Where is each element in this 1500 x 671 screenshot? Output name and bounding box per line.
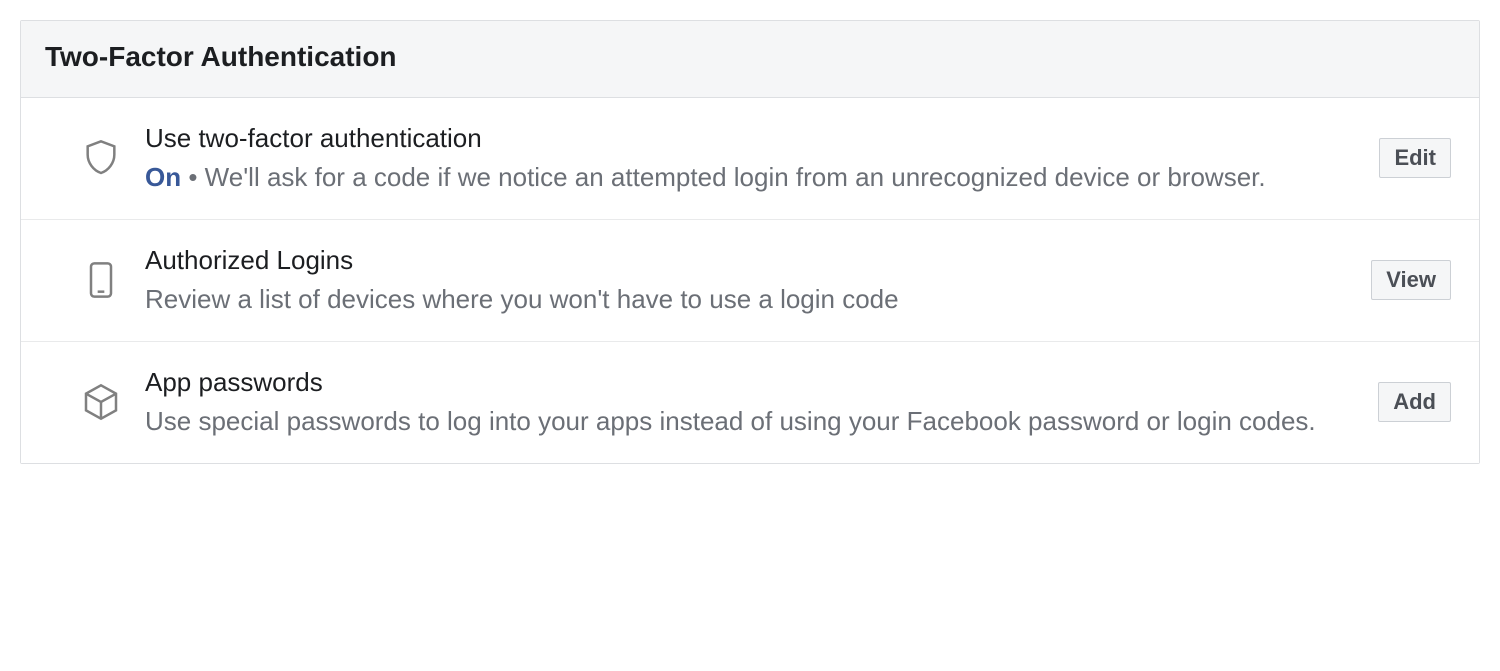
row-authorized-logins: Authorized Logins Review a list of devic…: [21, 220, 1479, 342]
panel-title: Two-Factor Authentication: [45, 41, 1455, 73]
row-description: On • We'll ask for a code if we notice a…: [145, 160, 1359, 195]
row-body: Use two-factor authentication On • We'll…: [129, 122, 1379, 195]
box-icon: [81, 382, 129, 422]
row-desc-text: Use special passwords to log into your a…: [145, 404, 1358, 439]
row-title: Authorized Logins: [145, 244, 1351, 278]
phone-icon: [81, 260, 129, 300]
row-title: App passwords: [145, 366, 1358, 400]
row-action: Add: [1378, 382, 1451, 422]
row-body: Authorized Logins Review a list of devic…: [129, 244, 1371, 317]
row-action: View: [1371, 260, 1451, 300]
two-factor-auth-panel: Two-Factor Authentication Use two-factor…: [20, 20, 1480, 464]
row-app-passwords: App passwords Use special passwords to l…: [21, 342, 1479, 463]
row-action: Edit: [1379, 138, 1451, 178]
shield-icon: [81, 138, 129, 178]
row-title: Use two-factor authentication: [145, 122, 1359, 156]
row-body: App passwords Use special passwords to l…: [129, 366, 1378, 439]
row-desc-text: We'll ask for a code if we notice an att…: [205, 162, 1266, 192]
row-desc-text: Review a list of devices where you won't…: [145, 282, 1351, 317]
row-use-two-factor: Use two-factor authentication On • We'll…: [21, 98, 1479, 220]
add-button[interactable]: Add: [1378, 382, 1451, 422]
status-separator: •: [181, 162, 205, 192]
view-button[interactable]: View: [1371, 260, 1451, 300]
status-on: On: [145, 162, 181, 192]
edit-button[interactable]: Edit: [1379, 138, 1451, 178]
panel-header: Two-Factor Authentication: [21, 21, 1479, 98]
